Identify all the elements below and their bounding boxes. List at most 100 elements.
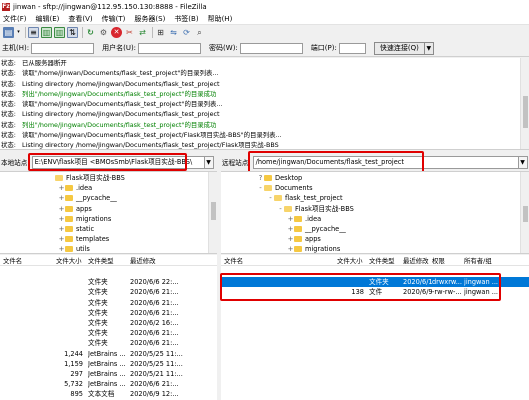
collapse-icon[interactable]: -: [277, 204, 284, 214]
tree-node[interactable]: + apps: [287, 234, 321, 244]
cancel-icon[interactable]: ✕: [111, 27, 122, 38]
file-row[interactable]: bbs.py1,244JetBrains ...2020/5/25 11:...: [0, 349, 217, 359]
remote-col-modified[interactable]: 最近修改: [403, 256, 429, 265]
remote-tree-scrollbar-thumb[interactable]: [523, 206, 528, 222]
username-input[interactable]: [138, 42, 202, 54]
tree-node[interactable]: Flask项目实战-BBS: [48, 173, 125, 183]
local-file-list[interactable]: ...idea文件夹2020/6/6 22:...__pycache__文件夹2…: [0, 266, 217, 400]
question-icon[interactable]: ?: [257, 173, 264, 183]
toggle-log-icon[interactable]: ≡: [28, 27, 39, 38]
remote-path-input[interactable]: /home/jingwan/Documents/flask_test_proje…: [252, 155, 519, 169]
quickconnect-history-dropdown[interactable]: ▼: [424, 41, 434, 55]
remote-col-permissions[interactable]: 权限: [432, 256, 445, 265]
menu-file[interactable]: 文件(F): [3, 14, 27, 24]
log-scrollbar-thumb[interactable]: [523, 96, 528, 128]
tree-node[interactable]: + .idea: [58, 183, 93, 193]
expand-icon[interactable]: +: [287, 214, 294, 224]
filter-icon[interactable]: ⊞: [155, 27, 166, 38]
expand-icon[interactable]: +: [58, 193, 65, 203]
site-manager-dropdown-icon[interactable]: ▾: [16, 27, 21, 38]
file-row[interactable]: config.py1,159JetBrains ...2020/5/25 11:…: [0, 359, 217, 369]
process-queue-icon[interactable]: ⚙: [98, 27, 109, 38]
expand-icon[interactable]: +: [287, 224, 294, 234]
file-row[interactable]: static文件夹2020/6/2 16:...: [0, 318, 217, 328]
tree-node[interactable]: + __pycache__: [287, 224, 346, 234]
file-row[interactable]: .idea文件夹2020/6/6 22:...: [0, 277, 217, 287]
port-input[interactable]: [338, 42, 366, 54]
collapse-icon[interactable]: -: [257, 183, 264, 193]
sync-browse-icon[interactable]: ⟳: [181, 27, 192, 38]
expand-icon[interactable]: +: [58, 183, 65, 193]
transfer-queue-icon[interactable]: ⇅: [67, 27, 78, 38]
file-row[interactable]: exts.py297JetBrains ...2020/5/21 11:...: [0, 369, 217, 379]
menu-view[interactable]: 查看(V): [68, 14, 92, 24]
toggle-local-tree-icon[interactable]: ▥: [41, 27, 52, 38]
local-directory-tree[interactable]: Flask项目实战-BBS + .idea + __pycache__ + apps + mig…: [0, 171, 217, 254]
toggle-remote-tree-icon[interactable]: ▥: [54, 27, 65, 38]
file-row[interactable]: ..: [0, 267, 217, 277]
menu-edit[interactable]: 编辑(E): [36, 14, 60, 24]
host-input[interactable]: [31, 42, 95, 54]
tree-node[interactable]: + apps: [58, 204, 92, 214]
message-log[interactable]: 状态: 已从服务器断开 状态: 读取"/home/jinwan/Documents/f…: [0, 58, 529, 150]
tree-node[interactable]: - Flask项目实战-BBS: [277, 204, 354, 214]
tree-node[interactable]: - Documents: [257, 183, 312, 193]
site-manager-icon[interactable]: ▤: [3, 27, 14, 38]
expand-icon[interactable]: +: [58, 214, 65, 224]
file-row[interactable]: ..: [221, 267, 529, 277]
local-tree-scrollbar[interactable]: [208, 172, 217, 253]
tree-node[interactable]: ? Desktop: [257, 173, 303, 183]
tree-node[interactable]: + utils: [58, 244, 90, 253]
expand-icon[interactable]: +: [58, 204, 65, 214]
remote-path-dropdown[interactable]: ▼: [518, 155, 528, 169]
local-col-name[interactable]: 文件名: [3, 256, 22, 265]
tree-node[interactable]: + migrations: [58, 214, 112, 224]
menu-bookmarks[interactable]: 书签(B): [174, 14, 198, 24]
menu-help[interactable]: 帮助(H): [208, 14, 233, 24]
file-row[interactable]: utils文件夹2020/6/6 21:...: [0, 338, 217, 348]
file-row[interactable]: apps文件夹2020/6/6 21:...: [0, 298, 217, 308]
reconnect-icon[interactable]: ⇄: [137, 27, 148, 38]
quickconnect-button[interactable]: 快速连接(Q): [373, 41, 425, 55]
file-row[interactable]: __pycache__文件夹2020/6/6 21:...: [0, 287, 217, 297]
expand-icon[interactable]: +: [58, 224, 65, 234]
expand-icon[interactable]: +: [287, 234, 294, 244]
remote-col-owner[interactable]: 所有者/组: [464, 256, 492, 265]
tree-node[interactable]: - flask_test_project: [267, 193, 342, 203]
file-row[interactable]: manage.py5,732JetBrains ...2020/6/6 21:.…: [0, 379, 217, 389]
tree-node[interactable]: + static: [58, 224, 95, 234]
disconnect-icon[interactable]: ✂: [124, 27, 135, 38]
compare-icon[interactable]: ⇋: [168, 27, 179, 38]
file-row[interactable]: requireme...895文本文档2020/6/9 12:...: [0, 389, 217, 399]
collapse-icon[interactable]: -: [267, 193, 274, 203]
remote-col-size[interactable]: 文件大小: [337, 256, 363, 265]
local-path-dropdown[interactable]: ▼: [204, 155, 214, 169]
local-col-modified[interactable]: 最近修改: [130, 256, 156, 265]
menu-server[interactable]: 服务器(S): [134, 14, 165, 24]
expand-icon[interactable]: +: [58, 234, 65, 244]
local-col-size[interactable]: 文件大小: [56, 256, 82, 265]
log-scrollbar[interactable]: [520, 58, 529, 149]
file-row[interactable]: Pipfile138文件2020/6/9 ...-rw-rw-...jingwa…: [221, 287, 529, 297]
local-col-type[interactable]: 文件类型: [88, 256, 114, 265]
remote-col-type[interactable]: 文件类型: [369, 256, 395, 265]
remote-directory-tree[interactable]: ? Desktop - Documents - flask_test_project - Fl…: [221, 171, 529, 254]
tree-node[interactable]: + migrations: [287, 244, 341, 253]
password-input[interactable]: [239, 42, 303, 54]
file-row[interactable]: Flask项目实战-BBS文件夹2020/6/10...drwxrw...jin…: [221, 277, 529, 288]
expand-icon[interactable]: +: [287, 244, 294, 253]
tree-node[interactable]: + .idea: [287, 214, 322, 224]
expand-icon[interactable]: +: [58, 244, 65, 253]
local-path-input[interactable]: E:\ENV\flask项目 <BMOsSmb\Flask项目实战-BBS\: [31, 155, 205, 169]
search-icon[interactable]: ⌕: [194, 27, 205, 38]
remote-col-name[interactable]: 文件名: [224, 256, 243, 265]
tree-node[interactable]: + templates: [58, 234, 110, 244]
menu-transfer[interactable]: 传输(T): [102, 14, 126, 24]
file-row[interactable]: templates文件夹2020/6/6 21:...: [0, 328, 217, 338]
file-row[interactable]: migrations文件夹2020/6/6 21:...: [0, 308, 217, 318]
refresh-icon[interactable]: ↻: [85, 27, 96, 38]
tree-node[interactable]: + __pycache__: [58, 193, 117, 203]
remote-file-list[interactable]: ..Flask项目实战-BBS文件夹2020/6/10...drwxrw...j…: [221, 266, 529, 400]
remote-tree-scrollbar[interactable]: [520, 172, 529, 253]
local-tree-scrollbar-thumb[interactable]: [211, 202, 216, 220]
